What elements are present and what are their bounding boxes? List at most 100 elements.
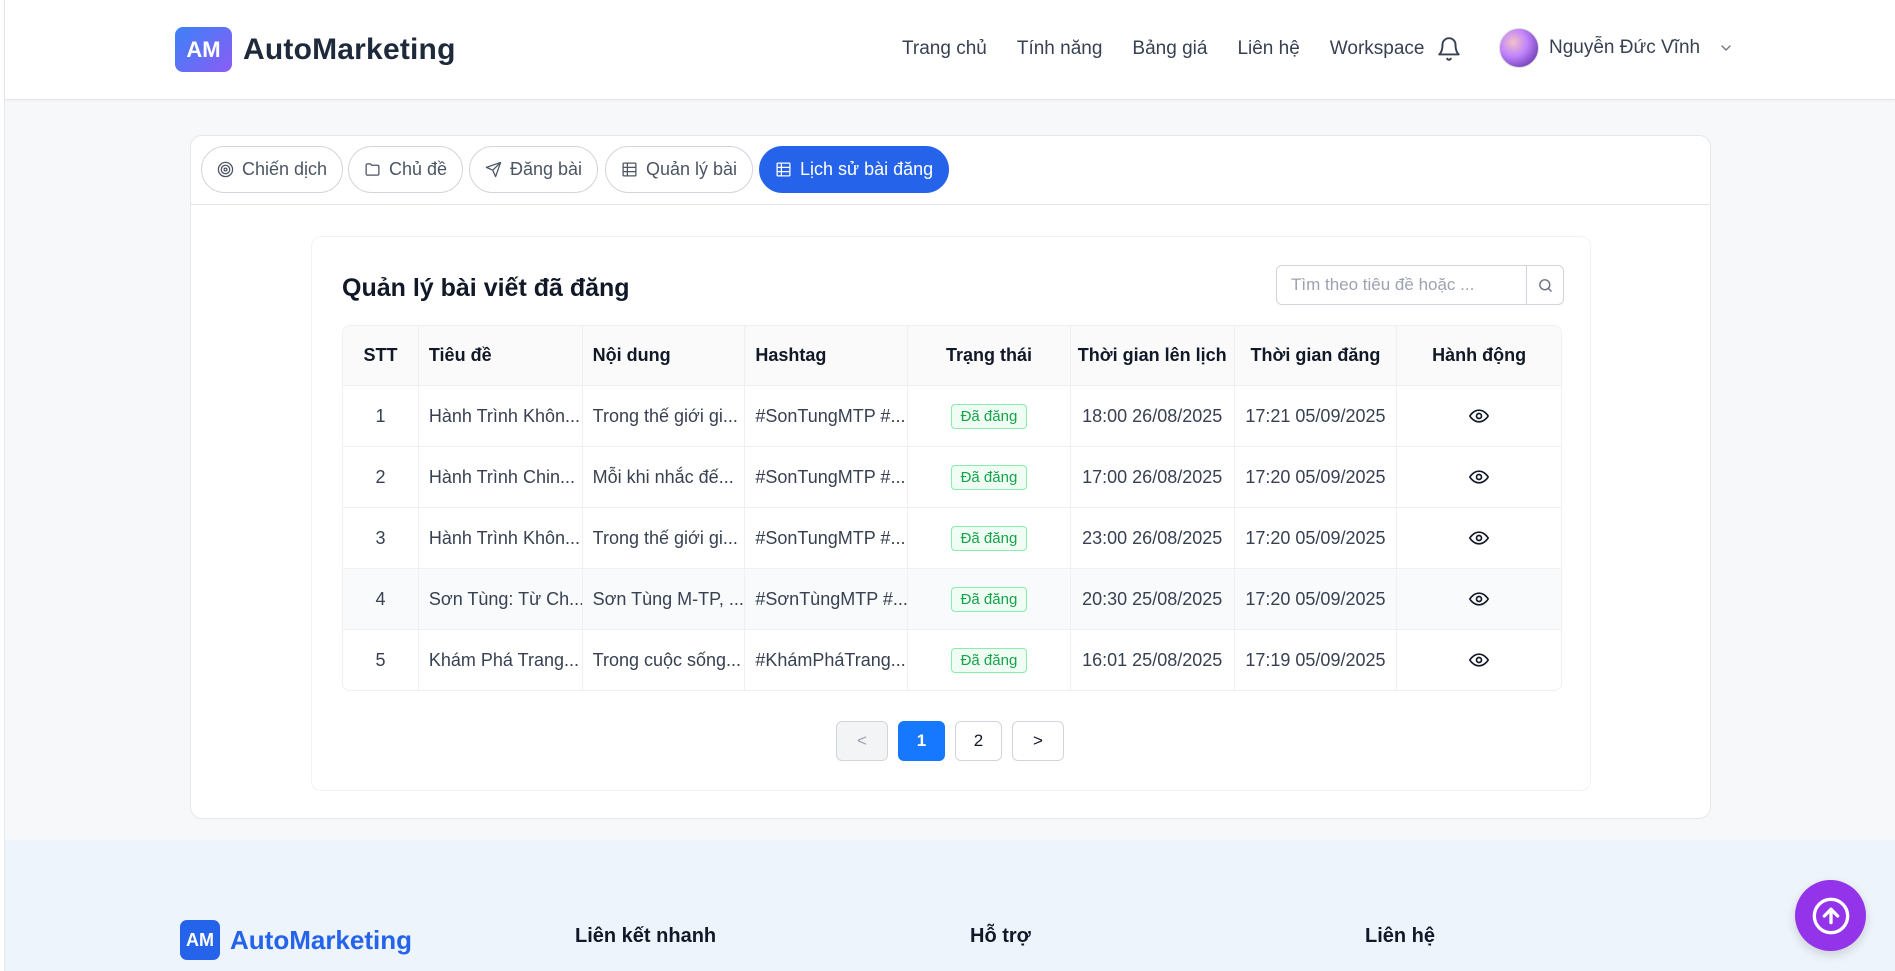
- footer-heading-contact: Liên hệ: [1365, 925, 1436, 947]
- table-row: 1 Hành Trình Khôn... Trong thế giới gi..…: [343, 385, 1561, 446]
- brand-logo[interactable]: AM AutoMarketing: [175, 27, 456, 72]
- top-header: AM AutoMarketing Trang chủ Tính năng Bản…: [5, 0, 1895, 100]
- cell-posted: 17:21 05/09/2025: [1233, 386, 1397, 446]
- page-left-edge: [0, 0, 5, 971]
- tab-label: Quản lý bài: [646, 159, 738, 179]
- col-header-stt: STT: [363, 345, 398, 365]
- nav-item-pricing[interactable]: Bảng giá: [1132, 38, 1207, 60]
- table-row: 5 Khám Phá Trang... Trong cuộc sống... #…: [343, 629, 1561, 690]
- table-row: 2 Hành Trình Chin... Mỗi khi nhắc đế... …: [343, 446, 1561, 507]
- nav-item-contact[interactable]: Liên hệ: [1237, 38, 1299, 60]
- table-header-row: STT Tiêu đề Nội dung Hashtag Trạng thái …: [343, 326, 1561, 385]
- footer-heading-support: Hỗ trợ: [970, 925, 1031, 947]
- cell-scheduled: 16:01 25/08/2025: [1069, 630, 1234, 690]
- status-badge: Đã đăng: [950, 647, 1028, 673]
- tab-label: Chủ đề: [389, 159, 448, 179]
- page-button-1[interactable]: 1: [898, 721, 945, 761]
- search-input[interactable]: [1277, 266, 1526, 304]
- col-header-posted: Thời gian đăng: [1233, 326, 1397, 385]
- cell-title: Khám Phá Trang...: [417, 630, 582, 690]
- cell-title: Sơn Tùng: Từ Ch...: [417, 569, 582, 629]
- cell-status: Đã đăng: [907, 508, 1070, 568]
- search-icon: [1538, 278, 1552, 292]
- cell-status: Đã đăng: [907, 630, 1070, 690]
- user-name: Nguyễn Đức Vĩnh: [1549, 37, 1701, 58]
- search-box: [1276, 265, 1564, 305]
- user-menu[interactable]: Nguyễn Đức Vĩnh: [1499, 28, 1734, 68]
- cell-content: Trong cuộc sống...: [581, 630, 745, 690]
- eye-icon[interactable]: [1469, 467, 1490, 487]
- tab-manage-posts[interactable]: Quản lý bài: [605, 146, 754, 193]
- posts-table: STT Tiêu đề Nội dung Hashtag Trạng thái …: [342, 325, 1562, 691]
- eye-icon[interactable]: [1469, 589, 1490, 609]
- nav-item-home[interactable]: Trang chủ: [902, 38, 987, 60]
- col-header-content: Nội dung: [581, 326, 745, 385]
- cell-status: Đã đăng: [907, 447, 1070, 507]
- table-row: 4 Sơn Tùng: Từ Ch... Sơn Tùng M-TP, ... …: [343, 568, 1561, 629]
- posted-articles-card: Quản lý bài viết đã đăng STT Tiêu đề Nội…: [311, 236, 1591, 791]
- cell-title: Hành Trình Khôn...: [417, 508, 582, 568]
- nav-item-features[interactable]: Tính năng: [1017, 38, 1103, 60]
- main-panel: Chiến dịch Chủ đề Đăng bài Quản lý bài L…: [190, 135, 1711, 819]
- send-icon: [485, 161, 502, 178]
- tab-label: Chiến dịch: [242, 159, 328, 179]
- cell-stt: 5: [375, 649, 386, 670]
- cell-status: Đã đăng: [907, 386, 1070, 446]
- prev-page-button[interactable]: <: [836, 721, 888, 761]
- pagination: < 1 2 >: [836, 721, 1064, 761]
- eye-icon[interactable]: [1469, 406, 1490, 426]
- table-icon: [776, 162, 791, 177]
- cell-scheduled: 18:00 26/08/2025: [1069, 386, 1234, 446]
- status-badge: Đã đăng: [950, 525, 1028, 551]
- tab-topics[interactable]: Chủ đề: [348, 146, 464, 193]
- cell-stt: 1: [375, 405, 386, 426]
- scroll-to-top-button[interactable]: [1795, 880, 1866, 951]
- cell-hashtag: #SơnTùngMTP #...: [744, 569, 907, 629]
- cell-scheduled: 20:30 25/08/2025: [1069, 569, 1234, 629]
- status-badge: Đã đăng: [950, 586, 1028, 612]
- logo-text: AutoMarketing: [243, 32, 456, 66]
- footer-logo-text: AutoMarketing: [230, 924, 412, 955]
- nav-item-workspace[interactable]: Workspace: [1330, 38, 1425, 60]
- cell-posted: 17:20 05/09/2025: [1233, 569, 1397, 629]
- eye-icon[interactable]: [1469, 528, 1490, 548]
- cell-hashtag: #SonTungMTP #...: [744, 386, 907, 446]
- main-nav: Trang chủ Tính năng Bảng giá Liên hệ Wor…: [902, 38, 1424, 60]
- search-button[interactable]: [1526, 266, 1563, 304]
- cell-content: Trong thế giới gi...: [581, 508, 745, 568]
- cell-posted: 17:20 05/09/2025: [1233, 508, 1397, 568]
- next-page-button[interactable]: >: [1012, 721, 1064, 761]
- cell-actions: [1396, 508, 1561, 568]
- logo-badge: AM: [175, 27, 232, 72]
- eye-icon[interactable]: [1469, 650, 1490, 670]
- cell-posted: 17:20 05/09/2025: [1233, 447, 1397, 507]
- tab-post-history[interactable]: Lịch sử bài đăng: [759, 146, 950, 193]
- tab-label: Đăng bài: [510, 159, 583, 179]
- status-badge: Đã đăng: [950, 464, 1028, 490]
- cell-stt: 4: [375, 588, 386, 609]
- cell-hashtag: #SonTungMTP #...: [744, 447, 907, 507]
- tab-campaigns[interactable]: Chiến dịch: [201, 146, 344, 193]
- cell-scheduled: 23:00 26/08/2025: [1069, 508, 1234, 568]
- avatar: [1499, 28, 1539, 68]
- page-footer: AM AutoMarketing Liên kết nhanh Hỗ trợ L…: [5, 840, 1895, 971]
- footer-heading-quick-links: Liên kết nhanh: [575, 925, 717, 947]
- footer-logo[interactable]: AM AutoMarketing: [180, 920, 412, 960]
- col-header-title: Tiêu đề: [417, 326, 582, 385]
- cell-content: Sơn Tùng M-TP, ...: [581, 569, 745, 629]
- cell-title: Hành Trình Khôn...: [417, 386, 582, 446]
- cell-actions: [1396, 630, 1561, 690]
- chevron-down-icon: [1721, 45, 1731, 51]
- col-header-actions: Hành động: [1396, 326, 1561, 385]
- col-header-status: Trạng thái: [907, 326, 1070, 385]
- tab-post[interactable]: Đăng bài: [469, 146, 599, 193]
- cell-posted: 17:19 05/09/2025: [1233, 630, 1397, 690]
- table-icon: [622, 162, 637, 177]
- footer-logo-badge: AM: [180, 920, 220, 960]
- bell-icon[interactable]: [1436, 35, 1462, 63]
- folder-icon: [365, 163, 380, 176]
- cell-hashtag: #KhámPháTrang...: [744, 630, 907, 690]
- cell-status: Đã đăng: [907, 569, 1070, 629]
- tab-bar: Chiến dịch Chủ đề Đăng bài Quản lý bài L…: [191, 136, 1710, 205]
- page-button-2[interactable]: 2: [955, 721, 1002, 761]
